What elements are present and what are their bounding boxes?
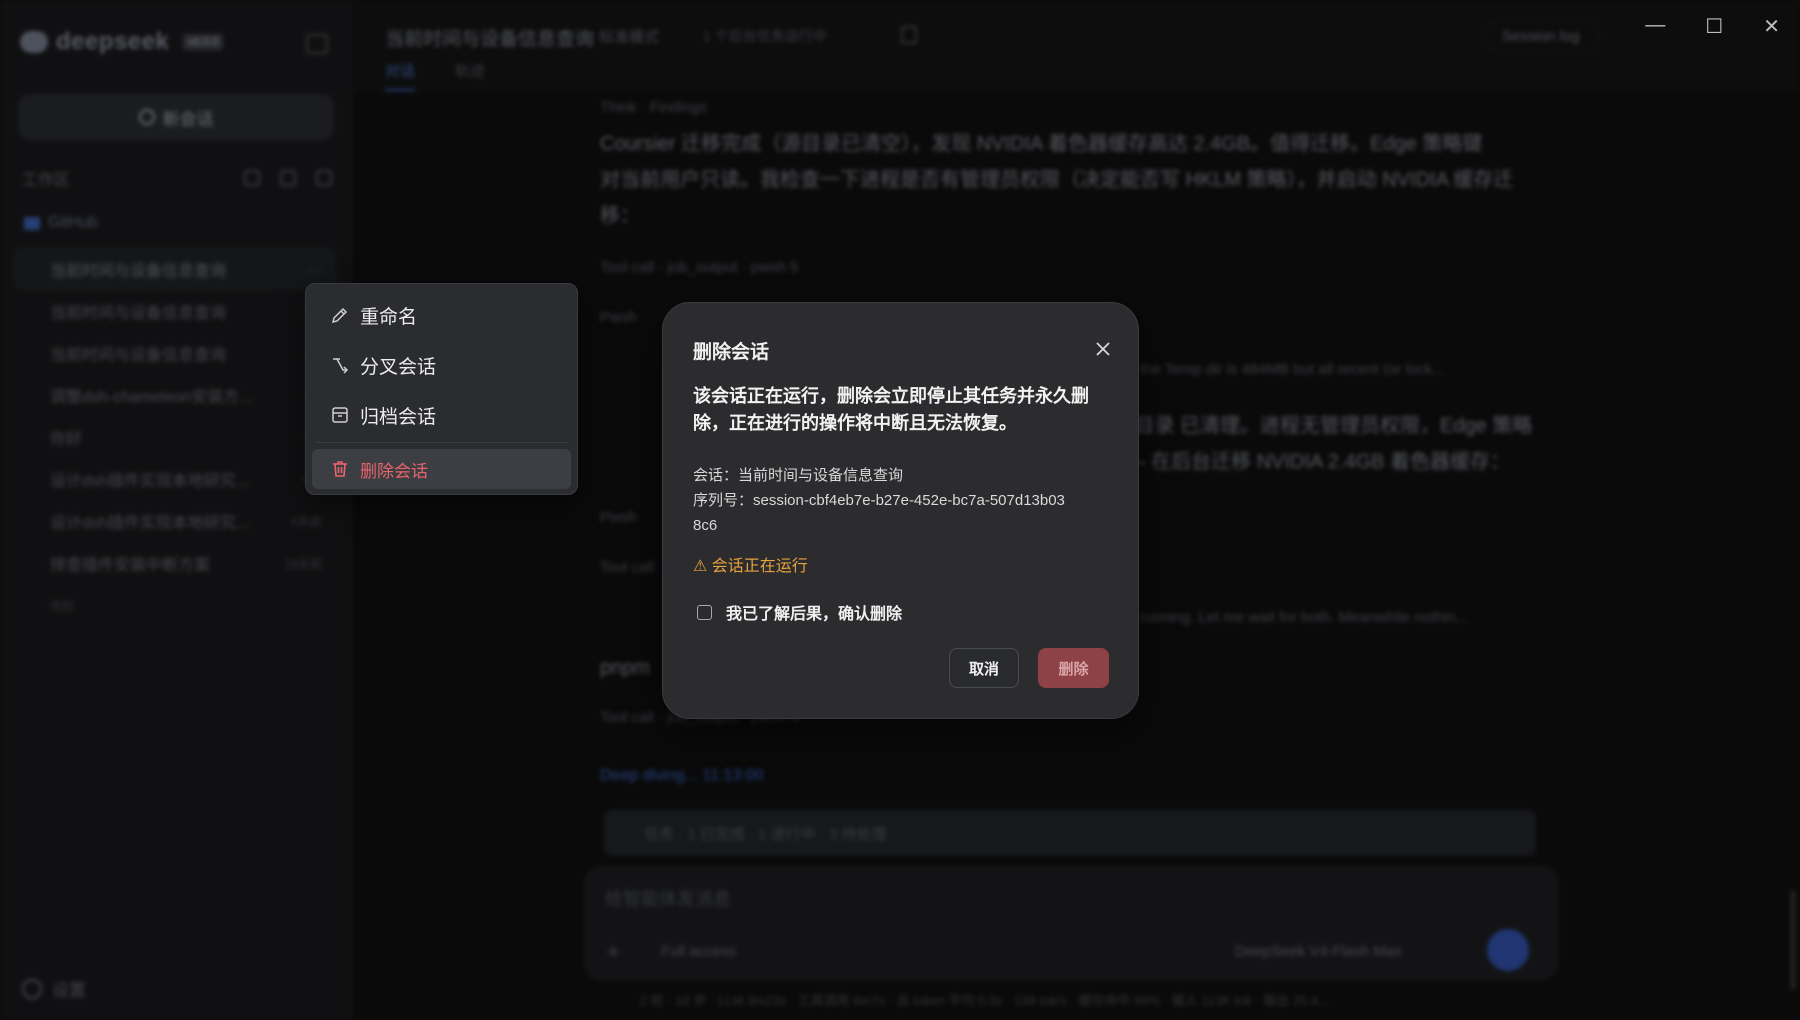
running-warning: ⚠ 会话正在运行	[693, 558, 808, 575]
menu-item-rename[interactable]: 重命名	[312, 292, 571, 338]
maximize-icon[interactable]: ☐	[1705, 14, 1723, 39]
menu-item-delete[interactable]: 删除会话	[312, 449, 571, 489]
confirm-label: 我已了解后果，确认删除	[726, 606, 903, 623]
menu-item-archive[interactable]: 归档会话	[312, 392, 571, 438]
delete-session-dialog: 删除会话 该会话正在运行，删除会立即停止其任务并永久删除，正在进行的操作将中断且…	[662, 302, 1139, 719]
menu-item-label: 删除会话	[360, 461, 428, 481]
session-name-line: 会话：当前时间与设备信息查询	[693, 467, 904, 484]
cancel-button[interactable]: 取消	[949, 648, 1019, 688]
menu-item-label: 分叉会话	[360, 356, 437, 378]
dialog-message: 该会话正在运行，删除会立即停止其任务并永久删除，正在进行的操作将中断且无法恢复。	[693, 386, 1089, 433]
session-context-menu: 重命名 分叉会话 归档会话 删除会话	[305, 283, 578, 495]
menu-item-label: 归档会话	[360, 406, 437, 428]
menu-item-label: 重命名	[360, 306, 418, 328]
session-id-line: 序列号：session-cbf4eb7e-b27e-452e-bc7a-507d…	[693, 492, 1065, 534]
session-details: 会话：当前时间与设备信息查询 序列号：session-cbf4eb7e-b27e…	[693, 463, 1073, 538]
close-window-icon[interactable]: ✕	[1763, 14, 1780, 39]
fork-icon	[333, 358, 349, 374]
delete-button[interactable]: 删除	[1038, 648, 1109, 688]
minimize-icon[interactable]: —	[1645, 14, 1665, 39]
menu-divider	[316, 442, 567, 443]
confirm-checkbox-row[interactable]: 我已了解后果，确认删除	[697, 600, 902, 624]
archive-icon	[332, 407, 348, 423]
close-icon[interactable]	[1093, 339, 1113, 359]
window-controls: — ☐ ✕	[1645, 14, 1780, 39]
confirm-checkbox[interactable]	[697, 604, 712, 620]
pencil-icon	[331, 307, 348, 324]
dialog-title: 删除会话	[693, 342, 770, 363]
trash-icon	[333, 461, 347, 477]
menu-item-fork[interactable]: 分叉会话	[312, 342, 571, 388]
